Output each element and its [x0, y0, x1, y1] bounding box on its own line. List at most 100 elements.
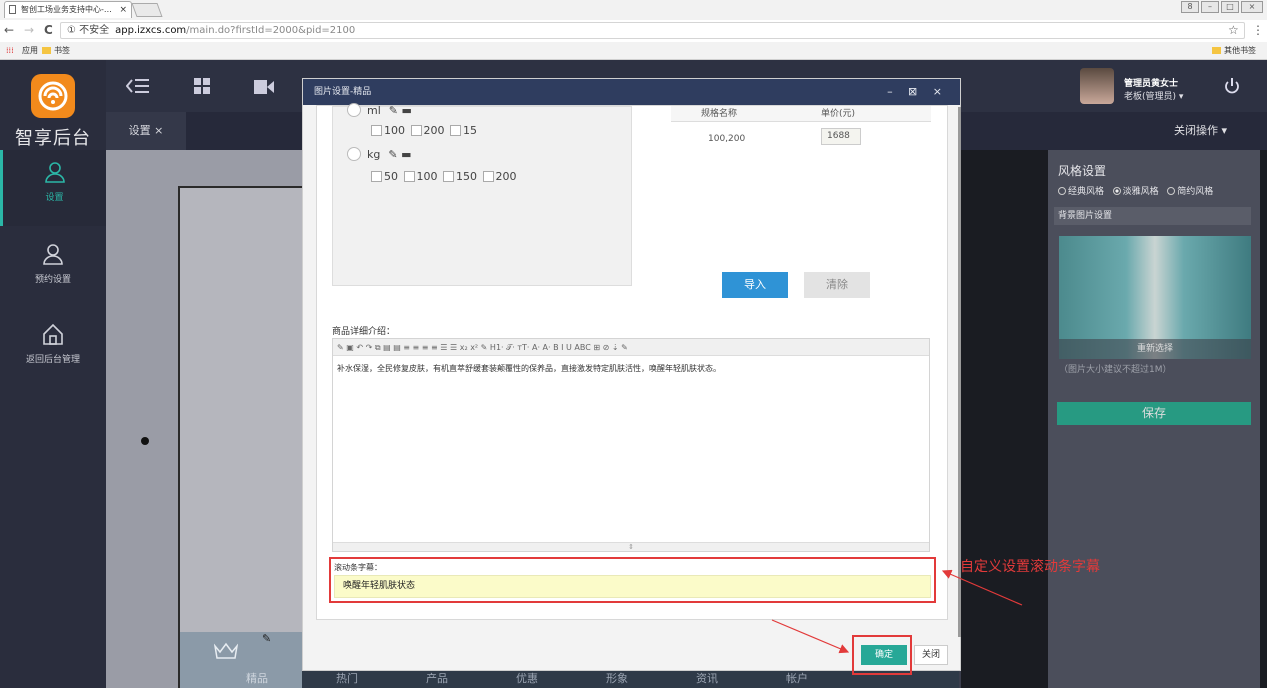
editor-content[interactable]: 补水保湿，全民修复皮肤，有机直萃舒缓套装颠覆性的保养品，直接激发特定肌肤活性，唤… [337, 363, 721, 374]
sidebar-item-back-admin[interactable]: 返回后台管理 [0, 312, 106, 388]
radio-label: 简约风格 [1177, 187, 1214, 197]
app-logo-text: 智享后台 [15, 128, 91, 149]
url-host: app.izxcs.com [115, 25, 187, 36]
bookmark-apps[interactable]: 应用 [22, 42, 38, 59]
dialog-window-controls[interactable]: – ⊠ × [887, 79, 948, 105]
browser-tab-title: 智创工场业务支持中心-… [21, 5, 112, 14]
grid-icon[interactable] [194, 78, 210, 94]
dialog-header: 图片设置-精品 – ⊠ × [303, 79, 960, 105]
reload-icon[interactable]: C [44, 23, 53, 37]
marquee-label: 滚动条字幕： [334, 563, 382, 572]
crown-icon [214, 642, 238, 659]
spec-radio[interactable] [347, 103, 361, 117]
nav-item[interactable]: 热门 [302, 670, 392, 688]
option-label: 100 [384, 124, 405, 137]
style-option-elegant[interactable]: 淡雅风格 [1112, 187, 1159, 197]
bookmark-folder[interactable]: 书签 [42, 42, 70, 59]
spec-row-ml: ml ✎ ▬ [347, 103, 412, 117]
new-tab-button[interactable] [131, 3, 163, 17]
dialog-body: ml ✎ ▬ 100 200 15 kg ✎ ▬ 50 100 150 200 规格… [316, 103, 948, 620]
dialog-title: 图片设置-精品 [314, 87, 372, 97]
sidebar-item-settings[interactable]: 设置 [0, 150, 106, 226]
close-operations-dropdown[interactable]: 关闭操作 ▾ [1174, 112, 1227, 150]
edit-icon[interactable]: ✎ ▬ [388, 148, 411, 161]
style-option-classic[interactable]: 经典风格 [1058, 187, 1104, 197]
wifi-logo-icon [38, 81, 68, 111]
back-icon[interactable]: ← [4, 23, 14, 37]
phone-home-dot [141, 437, 149, 445]
security-indicator[interactable]: ① 不安全 [67, 25, 109, 36]
nav-item[interactable]: 帐户 [752, 670, 842, 688]
bookmarks-bar: ⁞⁞⁞ 应用 书签 其他书签 [0, 42, 1267, 59]
radio-icon [1058, 187, 1066, 195]
spec-row-kg: kg ✎ ▬ [347, 147, 411, 161]
option-label: 200 [423, 124, 445, 137]
sidebar-item-label: 设置 [45, 193, 64, 203]
user-icon [44, 162, 65, 183]
modal-overlay [961, 150, 1048, 688]
nav-item[interactable]: 产品 [392, 670, 482, 688]
radio-checked-icon [1112, 187, 1121, 195]
minimize-button[interactable]: – [1201, 1, 1219, 13]
tab-close-icon[interactable]: × [119, 2, 127, 18]
option-label: 15 [463, 124, 477, 137]
image-settings-dialog: 图片设置-精品 – ⊠ × ml ✎ ▬ 100 200 15 kg ✎ ▬ 50 … [302, 78, 961, 671]
sidebar-item-label: 返回后台管理 [25, 355, 80, 365]
style-option-simple[interactable]: 简约风格 [1167, 187, 1213, 197]
product-detail-label: 商品详细介绍： [332, 327, 396, 337]
browser-menu-icon[interactable]: ⋮ [1252, 23, 1264, 37]
editor-resize-handle[interactable]: ⇕ [333, 542, 929, 551]
address-bar[interactable]: ① 不安全 app.izxcs.com/main.do?firstId=2000&… [60, 22, 1245, 39]
page-icon [9, 5, 16, 14]
nav-item[interactable]: 形象 [572, 670, 662, 688]
video-icon[interactable] [254, 80, 274, 94]
clear-button[interactable]: 清除 [804, 272, 870, 298]
menu-collapse-icon[interactable] [126, 78, 150, 94]
checkbox[interactable] [482, 171, 494, 182]
folder-icon [42, 47, 51, 54]
price-input[interactable]: 1688 [821, 128, 861, 145]
user-icon [43, 244, 63, 265]
sidebar-item-booking[interactable]: 预约设置 [0, 232, 106, 308]
spec-options-ml: 100 200 15 [369, 124, 477, 137]
tab-settings[interactable]: 设置 × [106, 112, 186, 150]
app-sidebar: 智享后台 设置 预约设置 返回后台管理 [0, 60, 106, 688]
checkbox[interactable] [371, 171, 382, 182]
save-button[interactable]: 保存 [1057, 402, 1251, 425]
checkbox[interactable] [450, 125, 461, 136]
profile-button[interactable]: 8 [1181, 1, 1199, 13]
checkbox[interactable] [410, 125, 422, 136]
nav-item[interactable]: 优惠 [482, 670, 572, 688]
image-size-hint: （图片大小建议不超过1M） [1059, 365, 1172, 375]
reselect-button[interactable]: 重新选择 [1059, 339, 1251, 359]
checkbox[interactable] [443, 171, 454, 182]
spec-radio[interactable] [347, 147, 361, 161]
power-icon[interactable] [1224, 78, 1240, 94]
nav-item[interactable]: 精品 [212, 670, 302, 688]
close-window-button[interactable]: × [1241, 1, 1263, 13]
forward-icon[interactable]: → [24, 23, 34, 37]
checkbox[interactable] [403, 171, 415, 182]
edit-icon[interactable]: ✎ ▬ [389, 104, 412, 117]
avatar[interactable] [1080, 68, 1114, 104]
maximize-button[interactable]: □ [1221, 1, 1239, 13]
browser-tab[interactable]: 智创工场业务支持中心-… × [4, 1, 132, 18]
editor-toolbar[interactable]: ✎ ▣ ↶ ↷ ⧉ ▤ ▤ ≡ ≡ ≡ ≡ ☰ ☰ x₂ x² ✎ H1· 𝒯·… [333, 339, 929, 356]
checkbox[interactable] [371, 125, 382, 136]
nav-item[interactable]: 资讯 [662, 670, 752, 688]
column-header: 单价(元) [821, 109, 856, 119]
home-icon [43, 323, 63, 345]
price-table-header: 规格名称 单价(元) [671, 106, 931, 122]
close-button[interactable]: 关闭 [914, 645, 948, 665]
rich-text-editor[interactable]: ✎ ▣ ↶ ↷ ⧉ ▤ ▤ ≡ ≡ ≡ ≡ ☰ ☰ x₂ x² ✎ H1· 𝒯·… [332, 338, 930, 552]
apps-icon[interactable]: ⁞⁞⁞ [6, 42, 14, 59]
other-bookmarks[interactable]: 其他书签 [1212, 42, 1256, 59]
confirm-highlight-box [852, 635, 912, 675]
edit-icon[interactable]: ✎ [262, 632, 271, 645]
radio-icon [1167, 187, 1176, 195]
option-label: 50 [384, 170, 398, 183]
marquee-input[interactable]: 唤醒年轻肌肤状态 [334, 575, 931, 598]
user-role-dropdown[interactable]: 老板(管理员) ▾ [1124, 89, 1183, 102]
annotation-text: 自定义设置滚动条字幕 [960, 559, 1100, 575]
import-button[interactable]: 导入 [722, 272, 788, 298]
